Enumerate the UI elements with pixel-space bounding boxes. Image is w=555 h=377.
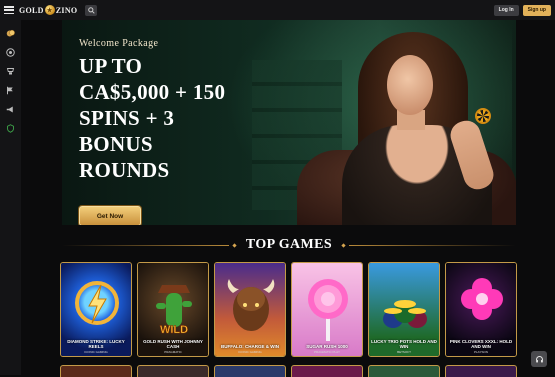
game-thumbnail bbox=[215, 263, 285, 356]
headline-line-1: UP TO bbox=[79, 54, 143, 78]
game-card-partial[interactable] bbox=[137, 365, 209, 377]
game-title: Gold Rush with Johnny Cash bbox=[143, 339, 203, 349]
section-title: TOP GAMES bbox=[245, 237, 333, 252]
headset-icon bbox=[535, 355, 543, 362]
divider-right bbox=[349, 244, 517, 246]
login-button[interactable]: Log In bbox=[493, 4, 519, 16]
headline-line-3: SPINS + 3 bbox=[79, 106, 175, 130]
megaphone-icon bbox=[6, 106, 13, 113]
divider-left bbox=[62, 244, 229, 246]
site-logo[interactable]: GOLD ★ ZINO bbox=[19, 5, 77, 15]
headline-line-4: BONUS bbox=[79, 132, 153, 156]
sidebar-item-tournaments[interactable] bbox=[5, 66, 16, 77]
top-games-row: Diamond Strike: Lucky Reels Iconic Gamin… bbox=[60, 262, 522, 357]
welcome-banner[interactable]: Welcome Package UP TO CA$5,000 + 150 SPI… bbox=[62, 20, 516, 225]
sidebar bbox=[0, 20, 21, 375]
game-card[interactable]: Sugar Rush 1000 Pragmatic Play bbox=[291, 262, 363, 357]
game-provider: Playson bbox=[474, 350, 488, 354]
game-card[interactable]: Pink Clovers XXXL: Hold and Win Playson bbox=[445, 262, 517, 357]
svg-text:WILD: WILD bbox=[160, 324, 188, 336]
logo-text-left: GOLD bbox=[19, 5, 44, 15]
shield-icon bbox=[7, 124, 14, 133]
sidebar-item-coins[interactable] bbox=[5, 28, 16, 39]
coins-icon bbox=[6, 29, 15, 37]
tournament-icon bbox=[6, 68, 15, 75]
game-provider: Iconic Gaming bbox=[84, 350, 108, 354]
sidebar-item-casino[interactable] bbox=[5, 47, 16, 58]
game-title: Diamond Strike: Lucky Reels bbox=[67, 339, 125, 349]
game-card[interactable]: WILD Gold Rush with Johnny Cash Pragmati… bbox=[137, 262, 209, 357]
lollipop-icon bbox=[308, 279, 348, 341]
signup-button[interactable]: Sign up bbox=[522, 4, 551, 16]
banner-headline: UP TO CA$5,000 + 150 SPINS + 3 BONUS ROU… bbox=[79, 53, 225, 183]
search-icon bbox=[88, 6, 95, 14]
game-card-partial[interactable] bbox=[214, 365, 286, 377]
game-card[interactable]: Lucky Trio Pots Hold and Win Betsoft bbox=[368, 262, 440, 357]
banner-model-face bbox=[387, 55, 433, 115]
game-provider: Betsoft bbox=[397, 350, 411, 354]
buffalo-icon bbox=[227, 279, 275, 331]
game-card-partial[interactable] bbox=[445, 365, 517, 377]
support-chat-button[interactable] bbox=[531, 351, 547, 367]
game-card-partial[interactable] bbox=[291, 365, 363, 377]
game-title: Buffalo: Charge & Win bbox=[221, 344, 279, 349]
chip-icon bbox=[6, 48, 15, 57]
games-row-2 bbox=[60, 365, 522, 377]
divider-dot-left bbox=[232, 242, 237, 248]
sidebar-item-promotions[interactable] bbox=[5, 104, 16, 115]
game-provider: Pragmatic bbox=[164, 350, 182, 354]
game-card-partial[interactable] bbox=[60, 365, 132, 377]
banner-text: Welcome Package UP TO CA$5,000 + 150 SPI… bbox=[79, 38, 225, 183]
headline-line-2: CA$5,000 + 150 bbox=[79, 80, 226, 104]
game-provider: Iconic Gaming bbox=[238, 350, 262, 354]
get-now-button[interactable]: Get Now bbox=[79, 206, 141, 225]
game-card[interactable]: Diamond Strike: Lucky Reels Iconic Gamin… bbox=[60, 262, 132, 357]
logo-coin-icon: ★ bbox=[44, 5, 55, 15]
divider-dot-right bbox=[341, 242, 346, 248]
game-title: Pink Clovers XXXL: Hold and Win bbox=[449, 339, 513, 349]
logo-text-right: ZINO bbox=[55, 5, 78, 15]
game-card[interactable]: Buffalo: Charge & Win Iconic Gaming bbox=[214, 262, 286, 357]
sidebar-item-support[interactable] bbox=[5, 123, 16, 134]
headline-line-5: ROUNDS bbox=[79, 158, 170, 182]
search-button[interactable] bbox=[85, 4, 98, 16]
game-thumbnail bbox=[292, 263, 362, 356]
flag-icon bbox=[7, 86, 13, 95]
menu-icon[interactable] bbox=[4, 6, 14, 14]
game-card-partial[interactable] bbox=[368, 365, 440, 377]
banner-subtitle: Welcome Package bbox=[79, 38, 159, 49]
top-games-heading: TOP GAMES bbox=[62, 236, 517, 254]
sidebar-item-flag[interactable] bbox=[5, 85, 16, 96]
game-title: Lucky Trio Pots Hold and Win bbox=[371, 339, 437, 349]
casino-chip-icon bbox=[475, 108, 491, 124]
top-header: GOLD ★ ZINO Log In Sign up bbox=[0, 0, 555, 20]
game-provider: Pragmatic Play bbox=[314, 350, 340, 354]
game-title: Sugar Rush 1000 bbox=[306, 344, 348, 349]
